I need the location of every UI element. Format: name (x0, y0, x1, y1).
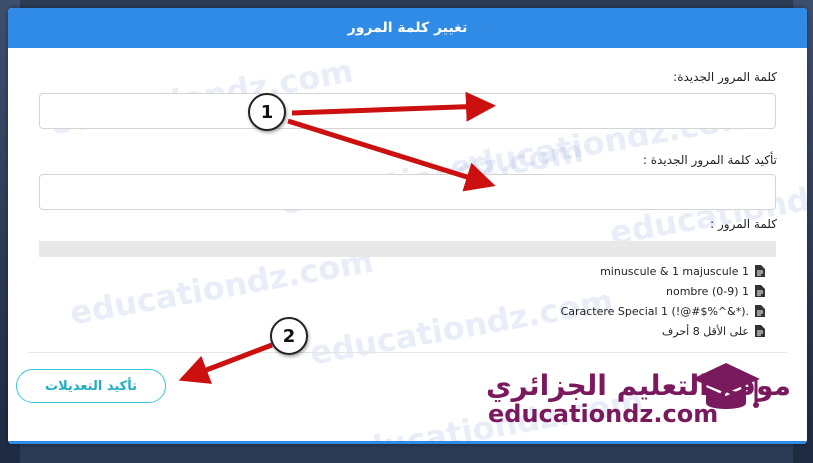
new-password-input[interactable] (39, 93, 776, 129)
document-icon (755, 325, 765, 337)
dialog-bottom-border (8, 441, 807, 444)
rule-text: Caractere Special 1 (!@#$%^&*). (560, 304, 749, 318)
document-icon (755, 285, 765, 297)
rule-text: minuscule & 1 majuscule 1 (600, 264, 749, 278)
rule-text: على الأقل 8 أحرف (661, 324, 749, 338)
graduation-cap-icon (692, 363, 760, 409)
rule-item: minuscule & 1 majuscule 1 (561, 261, 765, 281)
change-password-dialog: تغيير كلمة المرور educationdz.com educat… (8, 8, 807, 444)
dialog-header: تغيير كلمة المرور (8, 8, 807, 48)
password-strength-bar (39, 241, 776, 257)
confirm-changes-button[interactable]: تأكيد التعديلات (16, 369, 166, 403)
annotation-marker-1: 1 (248, 93, 286, 131)
new-password-label: كلمة المرور الجديدة: (673, 70, 777, 84)
confirm-password-input[interactable] (39, 174, 776, 210)
document-icon (755, 265, 765, 277)
dialog-title: تغيير كلمة المرور (347, 20, 468, 36)
password-strength-label: كلمة المرور : (710, 217, 777, 231)
footer-divider (28, 352, 787, 353)
rule-item: على الأقل 8 أحرف (561, 321, 765, 341)
rule-text: nombre (0-9) 1 (666, 284, 749, 298)
password-rules: minuscule & 1 majuscule 1 nombre (0-9) 1… (561, 261, 765, 341)
logo-latin-text: educationdz.com (488, 400, 719, 428)
annotation-marker-2: 2 (270, 317, 308, 355)
rule-item: Caractere Special 1 (!@#$%^&*). (561, 301, 765, 321)
document-icon (755, 305, 765, 317)
rule-item: nombre (0-9) 1 (561, 281, 765, 301)
confirm-password-label: تأكيد كلمة المرور الجديدة : (642, 153, 777, 167)
